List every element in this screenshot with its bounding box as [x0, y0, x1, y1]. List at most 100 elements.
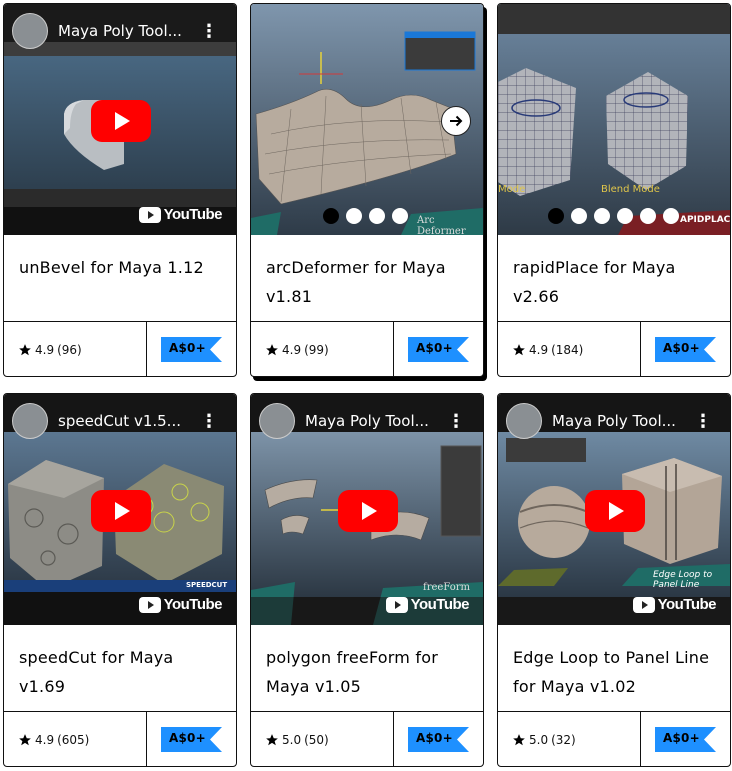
- card-footer: 4.9 (184) A$0+: [498, 321, 730, 376]
- video-header: Maya Poly Tool... ⋮: [259, 402, 479, 440]
- review-count: (184): [551, 343, 584, 357]
- carousel-indicators: [548, 208, 679, 224]
- video-header: Maya Poly Tool... ⋮: [12, 12, 232, 50]
- product-card[interactable]: freeForm Maya Poly Tool... ⋮ YouTube pol…: [250, 393, 484, 767]
- star-icon: [19, 734, 31, 746]
- carousel-dot[interactable]: [548, 208, 564, 224]
- carousel-dot[interactable]: [369, 208, 385, 224]
- product-title[interactable]: Edge Loop to Panel Line for Maya v1.02: [513, 643, 718, 701]
- price-cell[interactable]: A$0+: [146, 322, 236, 376]
- video-thumbnail[interactable]: Maya Poly Tool... ⋮ YouTube: [4, 4, 236, 235]
- product-card[interactable]: SPEEDCUT speedCut v1.5... ⋮ YouTube spee…: [3, 393, 237, 767]
- carousel-dot[interactable]: [392, 208, 408, 224]
- video-thumbnail[interactable]: SPEEDCUT speedCut v1.5... ⋮ YouTube: [4, 394, 236, 625]
- video-title[interactable]: Maya Poly Tool...: [305, 412, 437, 430]
- price-cell[interactable]: A$0+: [393, 712, 483, 766]
- more-options-icon[interactable]: ⋮: [200, 411, 218, 432]
- product-title[interactable]: speedCut for Maya v1.69: [19, 643, 224, 701]
- card-footer: 4.9 (99) A$0+: [251, 321, 483, 376]
- price-label: A$0+: [663, 341, 700, 355]
- play-button-icon[interactable]: [91, 490, 151, 532]
- card-footer: 4.9 (96) A$0+: [4, 321, 236, 376]
- more-options-icon[interactable]: ⋮: [447, 411, 465, 432]
- youtube-label: YouTube: [410, 596, 470, 613]
- youtube-icon: [385, 596, 408, 613]
- review-count: (50): [304, 733, 329, 747]
- carousel-dot[interactable]: [663, 208, 679, 224]
- youtube-icon: [632, 596, 655, 613]
- video-caption: Edge Loop to Panel Line: [653, 570, 713, 590]
- price-label: A$0+: [663, 731, 700, 745]
- price-tag[interactable]: A$0+: [408, 727, 469, 752]
- price-tag[interactable]: A$0+: [408, 337, 469, 362]
- review-count: (605): [57, 733, 90, 747]
- product-title[interactable]: arcDeformer for Maya v1.81: [266, 253, 471, 311]
- channel-avatar[interactable]: [506, 403, 542, 439]
- video-header: Maya Poly Tool... ⋮: [506, 402, 726, 440]
- rating: 4.9 (184): [512, 341, 583, 359]
- youtube-logo[interactable]: YouTube: [385, 596, 470, 613]
- card-footer: 4.9 (605) A$0+: [4, 711, 236, 766]
- youtube-logo[interactable]: YouTube: [138, 206, 223, 223]
- rating-value: 4.9: [282, 343, 302, 357]
- carousel-next-button[interactable]: [441, 106, 471, 136]
- rating: 5.0 (50): [265, 731, 329, 749]
- card-footer: 5.0 (32) A$0+: [498, 711, 730, 766]
- more-options-icon[interactable]: ⋮: [200, 21, 218, 42]
- video-thumbnail[interactable]: freeForm Maya Poly Tool... ⋮ YouTube: [251, 394, 483, 625]
- product-title[interactable]: unBevel for Maya 1.12: [19, 253, 224, 282]
- star-icon: [19, 344, 31, 356]
- product-title[interactable]: polygon freeForm for Maya v1.05: [266, 643, 471, 701]
- star-icon: [513, 344, 525, 356]
- carousel-dot[interactable]: [617, 208, 633, 224]
- rating-value: 4.9: [35, 343, 55, 357]
- youtube-label: YouTube: [163, 596, 223, 613]
- price-cell[interactable]: A$0+: [393, 322, 483, 376]
- play-button-icon[interactable]: [91, 100, 151, 142]
- carousel-dot[interactable]: [323, 208, 339, 224]
- price-cell[interactable]: A$0+: [640, 712, 730, 766]
- slide-caption: Arc Deformer: [417, 215, 466, 235]
- channel-avatar[interactable]: [12, 403, 48, 439]
- product-card[interactable]: Arc Deformer arcDeformer for Maya v1.81 …: [250, 3, 484, 377]
- channel-avatar[interactable]: [259, 403, 295, 439]
- product-card[interactable]: Maya Poly Tool... ⋮ YouTube unBevel for …: [3, 3, 237, 377]
- rating: 4.9 (99): [265, 341, 329, 359]
- play-button-icon[interactable]: [585, 490, 645, 532]
- youtube-logo[interactable]: YouTube: [632, 596, 717, 613]
- video-title[interactable]: Maya Poly Tool...: [552, 412, 684, 430]
- video-header: speedCut v1.5... ⋮: [12, 402, 232, 440]
- price-tag[interactable]: A$0+: [655, 337, 716, 362]
- rating: 5.0 (32): [512, 731, 576, 749]
- price-cell[interactable]: A$0+: [640, 322, 730, 376]
- more-options-icon[interactable]: ⋮: [694, 411, 712, 432]
- price-label: A$0+: [169, 731, 206, 745]
- image-carousel[interactable]: Mode Blend Mode APIDPLACE: [498, 4, 730, 235]
- play-button-icon[interactable]: [338, 490, 398, 532]
- price-tag[interactable]: A$0+: [161, 727, 222, 752]
- youtube-logo[interactable]: YouTube: [138, 596, 223, 613]
- video-title[interactable]: Maya Poly Tool...: [58, 22, 190, 40]
- product-card[interactable]: Edge Loop to Panel Line Maya Poly Tool..…: [497, 393, 731, 767]
- carousel-dot[interactable]: [571, 208, 587, 224]
- star-icon: [266, 734, 278, 746]
- image-carousel[interactable]: Arc Deformer: [251, 4, 483, 235]
- youtube-label: YouTube: [163, 206, 223, 223]
- rating: 4.9 (605): [18, 731, 89, 749]
- price-cell[interactable]: A$0+: [146, 712, 236, 766]
- carousel-dot[interactable]: [346, 208, 362, 224]
- carousel-dot[interactable]: [640, 208, 656, 224]
- product-title[interactable]: rapidPlace for Maya v2.66: [513, 253, 718, 311]
- review-count: (32): [551, 733, 576, 747]
- channel-avatar[interactable]: [12, 13, 48, 49]
- price-tag[interactable]: A$0+: [655, 727, 716, 752]
- product-card[interactable]: Mode Blend Mode APIDPLACE rapidPlace for…: [497, 3, 731, 377]
- price-label: A$0+: [416, 341, 453, 355]
- youtube-icon: [138, 206, 161, 223]
- video-caption: freeForm: [423, 582, 470, 593]
- price-tag[interactable]: A$0+: [161, 337, 222, 362]
- video-thumbnail[interactable]: Edge Loop to Panel Line Maya Poly Tool..…: [498, 394, 730, 625]
- carousel-dot[interactable]: [594, 208, 610, 224]
- rating-value: 4.9: [35, 733, 55, 747]
- video-title[interactable]: speedCut v1.5...: [58, 412, 190, 430]
